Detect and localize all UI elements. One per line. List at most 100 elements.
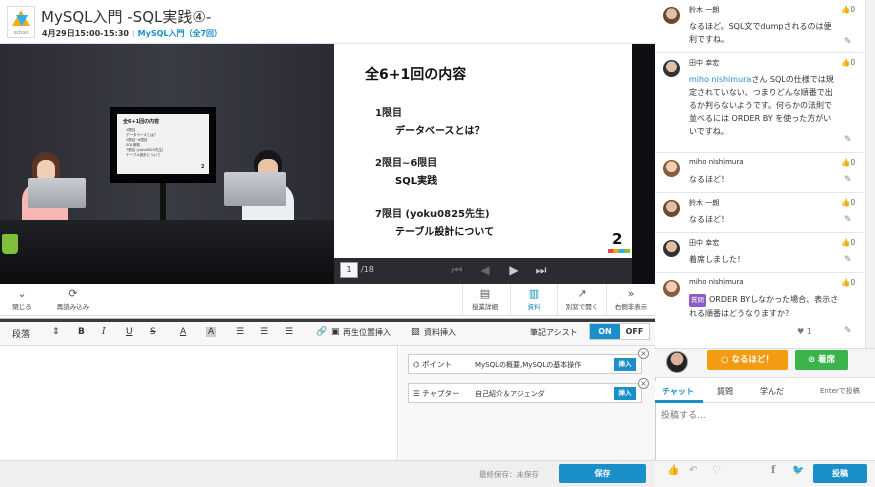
save-button[interactable]: 保存 (559, 464, 646, 483)
close-icon[interactable]: × (638, 348, 649, 359)
highlight-icon[interactable]: A (206, 327, 217, 337)
slide-title: 全6+1回の内容 (365, 67, 467, 83)
indent-icon[interactable]: ☰ (285, 327, 293, 337)
hide-right-button[interactable]: » 右側非表示 (611, 287, 651, 311)
toggle-off[interactable]: OFF (620, 324, 649, 339)
edit-icon[interactable]: ✎ (844, 255, 852, 265)
lesson-detail-button[interactable]: ▤ 授業詳細 (469, 287, 501, 311)
reload-button[interactable]: ⟳ 再読み込み (53, 287, 93, 311)
like-count[interactable]: 👍0 (841, 278, 855, 287)
edit-icon[interactable]: ✎ (844, 135, 852, 145)
note-editor[interactable] (0, 346, 398, 460)
open-window-label: 別窓で開く (565, 303, 599, 311)
image-icon: ▨ (411, 327, 420, 337)
comment-body: ORDER BYしなかった場合、表示される順番はどうなりますか？ (689, 295, 839, 318)
numbered-list-icon[interactable]: ☰ (236, 327, 244, 337)
chat-input[interactable] (661, 408, 866, 458)
note-footer (0, 460, 655, 487)
comment-item: 鈴木 一朗 👍0 なるほど。SQL文でdumpされるのは便利ですね。 ✎ (655, 0, 863, 53)
course-link[interactable]: MySQL入門（全7回） (138, 29, 222, 38)
close-icon[interactable]: × (638, 378, 649, 389)
first-page-icon[interactable]: ⏮ (448, 261, 466, 279)
like-count[interactable]: 👍0 (841, 198, 855, 207)
monitor-slide-lines: 1限目 データベースとは？ 2限目~6限目 SQL実践 7限目 (yoku082… (126, 128, 206, 158)
like-value: 0 (850, 158, 856, 167)
like-count[interactable]: 👍0 (841, 58, 855, 67)
tab-learned[interactable]: 学んだ (760, 386, 784, 397)
slide-item-text: テーブル設計について (395, 227, 495, 238)
monitor-line: テーブル設計について (126, 153, 161, 157)
like-count[interactable]: 👍0 (841, 158, 855, 167)
twitter-icon[interactable]: 🐦 (792, 465, 804, 476)
bold-icon[interactable]: B (78, 327, 85, 337)
paragraph-select[interactable]: 段落 (12, 327, 30, 340)
insert-material-button[interactable]: 資料挿入 (424, 327, 456, 338)
select-arrows-icon[interactable]: ⇕ (52, 327, 60, 337)
prev-page-icon[interactable]: ◀ (476, 261, 494, 279)
assist-label: 筆記アシスト (530, 328, 578, 337)
edit-icon[interactable]: ✎ (844, 326, 852, 336)
lesson-detail-label: 授業詳細 (472, 303, 498, 311)
naruhodo-button[interactable]: ○ なるほど！ (707, 350, 788, 370)
question-badge: 質問 (689, 294, 706, 307)
text-color-icon[interactable]: A (180, 327, 186, 337)
active-tab-indicator (655, 400, 703, 403)
facebook-icon[interactable]: f (771, 465, 775, 476)
open-window-button[interactable]: ↗ 別窓で開く (563, 287, 601, 311)
edit-icon[interactable]: ✎ (844, 175, 852, 185)
heart-icon[interactable]: ♡ (712, 465, 721, 476)
comment-text: 質問 ORDER BYしなかった場合、表示される順番はどうなりますか？ (689, 293, 839, 320)
comment-author: miho nishimura (689, 158, 744, 166)
like-icon[interactable]: 👍 (667, 465, 679, 476)
naruhodo-label: なるほど！ (731, 355, 774, 365)
page-input[interactable]: 1 (340, 262, 358, 278)
check-circle-icon: ⊙ (807, 355, 816, 365)
post-button[interactable]: 投稿 (813, 464, 867, 483)
like-count[interactable]: 👍0 (841, 5, 855, 14)
like-value: 0 (850, 5, 856, 14)
italic-icon[interactable]: I (102, 327, 106, 337)
toggle-on[interactable]: ON (590, 324, 620, 339)
close-button[interactable]: ⌄ 閉じる (12, 287, 32, 311)
schoo-logo[interactable]: schoo (7, 6, 35, 38)
seat-button[interactable]: ⊙ 着席 (795, 350, 848, 370)
tab-chat[interactable]: チャット (662, 386, 694, 397)
material-button[interactable]: ▥ 資料 (520, 287, 548, 311)
heart-value: 1 (806, 327, 812, 336)
insert-chapter-button[interactable]: 挿入 (614, 387, 636, 400)
comment-author: 鈴木 一朗 (689, 199, 720, 207)
assist-toggle[interactable]: ON OFF (589, 323, 650, 340)
enter-to-post-toggle[interactable]: Enterで投稿 (820, 386, 860, 396)
bullet-list-icon[interactable]: ☰ (260, 327, 268, 337)
reply-icon[interactable]: ↶ (689, 465, 697, 476)
last-page-icon[interactable]: ⏭ (532, 261, 550, 279)
insert-point-button[interactable]: 挿入 (614, 358, 636, 371)
point-label: ⌬ ポイント (413, 360, 452, 369)
strikethrough-icon[interactable]: S (150, 327, 156, 337)
slide-page-number: 2 (612, 230, 623, 248)
link-icon[interactable]: 🔗 (316, 327, 327, 337)
next-page-icon[interactable]: ▶ (505, 261, 523, 279)
slide-item-heading: 2限目~6限目 (375, 158, 438, 169)
close-label: 閉じる (12, 303, 32, 311)
video-player[interactable]: 全6+1回の内容 1限目 データベースとは？ 2限目~6限目 SQL実践 7限目… (0, 44, 334, 284)
reload-icon: ⟳ (68, 287, 78, 300)
studio-monitor-screen: 全6+1回の内容 1限目 データベースとは？ 2限目~6限目 SQL実践 7限目… (117, 114, 209, 174)
laptop (28, 178, 86, 208)
mention-link[interactable]: miho nishimura (689, 75, 751, 84)
slide-item-heading: 1限目 (375, 108, 402, 119)
heart-count[interactable]: ♥ 1 (797, 327, 812, 336)
my-avatar[interactable] (666, 351, 688, 373)
slide-color-bar (608, 249, 630, 253)
lesson-subtitle: 4月29日15:00-15:30 | MySQL入門（全7回） (42, 28, 222, 39)
tab-question[interactable]: 質問 (717, 386, 733, 397)
comments-scrollbar[interactable] (865, 0, 875, 348)
underline-icon[interactable]: U (126, 327, 133, 337)
edit-icon[interactable]: ✎ (844, 37, 852, 47)
like-count[interactable]: 👍0 (841, 238, 855, 247)
laptop (224, 172, 286, 206)
point-value: MySQLの概要,MySQLの基本操作 (475, 361, 582, 369)
edit-icon[interactable]: ✎ (844, 215, 852, 225)
insert-playpos-button[interactable]: 再生位置挿入 (343, 327, 391, 338)
document-icon: ▤ (479, 287, 491, 300)
